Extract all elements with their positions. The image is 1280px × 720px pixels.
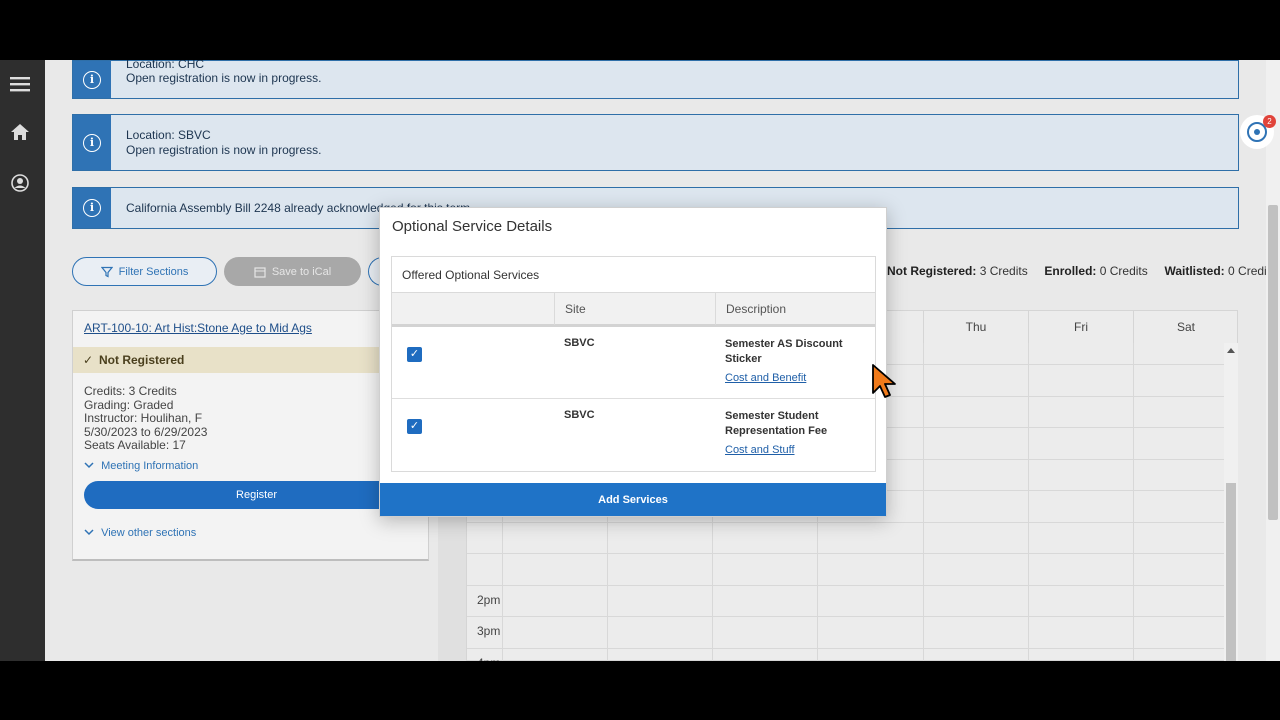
notice-chc: i Location: CHC Open registration is now…	[72, 60, 1239, 99]
hour-label: 4pm	[477, 656, 500, 661]
day-header-thu: Thu	[923, 311, 1028, 343]
hour-label: 3pm	[477, 624, 501, 638]
register-label: Register	[236, 489, 277, 501]
day-header-sat: Sat	[1133, 311, 1238, 343]
view-other-sections-label: View other sections	[101, 527, 197, 539]
modal-title: Optional Service Details	[392, 218, 553, 235]
calendar-scroll-thumb[interactable]	[1226, 483, 1236, 661]
filter-sections-label: Filter Sections	[118, 265, 189, 278]
info-icon: i	[83, 70, 101, 89]
add-services-label: Add Services	[598, 493, 668, 506]
check-icon: ✓	[83, 353, 94, 367]
scroll-up-icon[interactable]	[1227, 348, 1235, 353]
course-title-link[interactable]: ART-100-10: Art Hist:Stone Age to Mid Ag…	[84, 321, 312, 335]
credits-summary: Not Registered: 3 Credits Enrolled: 0 Cr…	[887, 264, 1276, 278]
cursor-icon	[872, 364, 896, 398]
chevron-down-icon	[84, 462, 94, 469]
info-icon: i	[83, 199, 101, 217]
info-icon: i	[83, 133, 101, 152]
meeting-information-toggle[interactable]: Meeting Information	[84, 460, 198, 472]
meeting-information-label: Meeting Information	[101, 460, 199, 472]
table-row: ✓ SBVC Semester Student Representation F…	[392, 399, 875, 471]
view-other-sections-toggle[interactable]: View other sections	[84, 527, 196, 539]
notice-message: Open registration is now in progress.	[126, 143, 322, 157]
service-site: SBVC	[564, 409, 595, 421]
day-header-fri: Fri	[1028, 311, 1133, 343]
user-icon[interactable]	[9, 172, 31, 194]
filter-sections-button[interactable]: Filter Sections	[72, 257, 217, 286]
home-icon[interactable]	[9, 121, 31, 143]
course-grading: Grading: Graded	[84, 398, 174, 412]
save-to-ical-button[interactable]: Save to iCal	[224, 257, 361, 286]
chevron-down-icon	[84, 529, 94, 536]
column-header-site: Site	[554, 293, 715, 325]
notice-message: Open registration is now in progress.	[126, 71, 322, 85]
enrolled-label: Enrolled:	[1044, 264, 1097, 278]
course-dates: 5/30/2023 to 6/29/2023	[84, 425, 208, 439]
left-rail	[0, 60, 45, 661]
page-scrollbar[interactable]	[1266, 60, 1280, 661]
waitlisted-label: Waitlisted:	[1164, 264, 1225, 278]
filter-icon	[100, 266, 113, 277]
not-registered-value: 3 Credits	[979, 264, 1028, 278]
course-seats: Seats Available: 17	[84, 438, 186, 452]
status-label: Not Registered	[99, 353, 185, 367]
service-description: Semester Student Representation Fee	[725, 410, 828, 437]
notice-sbvc: i Location: SBVC Open registration is no…	[72, 114, 1239, 171]
services-table-header: Site Description	[392, 292, 875, 327]
app-frame: i Location: CHC Open registration is now…	[0, 60, 1280, 661]
column-header-description: Description	[715, 293, 875, 325]
save-to-ical-label: Save to iCal	[271, 265, 332, 278]
register-button[interactable]: Register	[84, 481, 429, 509]
table-row: ✓ SBVC Semester AS Discount Sticker Cost…	[392, 327, 875, 399]
page-scroll-thumb[interactable]	[1268, 205, 1278, 520]
cost-stuff-link[interactable]: Cost and Stuff	[725, 444, 795, 456]
enrolled-value: 0 Credits	[1099, 264, 1148, 278]
calendar-icon	[254, 266, 266, 278]
status-band: ✓ Not Registered	[73, 347, 428, 373]
notice-location: Location: SBVC	[126, 128, 211, 142]
calendar-scrollbar[interactable]	[1224, 343, 1238, 661]
course-card: ART-100-10: Art Hist:Stone Age to Mid Ag…	[72, 310, 429, 561]
menu-icon[interactable]	[9, 73, 31, 95]
service-checkbox[interactable]: ✓	[407, 347, 422, 362]
services-heading: Offered Optional Services	[402, 268, 540, 282]
cost-benefit-link[interactable]: Cost and Benefit	[725, 372, 806, 384]
hour-label: 2pm	[477, 593, 501, 607]
service-checkbox[interactable]: ✓	[407, 419, 422, 434]
column-header-select	[392, 293, 554, 325]
chat-badge: 2	[1263, 115, 1276, 128]
course-instructor: Instructor: Houlihan, F	[84, 411, 203, 425]
optional-service-modal: Optional Service Details Offered Optiona…	[379, 207, 887, 517]
not-registered-label: Not Registered:	[887, 264, 977, 278]
course-credits: Credits: 3 Credits	[84, 384, 177, 398]
services-panel: Offered Optional Services Site Descripti…	[391, 256, 876, 472]
add-services-button[interactable]: Add Services	[380, 483, 886, 516]
service-description: Semester AS Discount Sticker	[725, 338, 843, 365]
service-site: SBVC	[564, 337, 595, 349]
